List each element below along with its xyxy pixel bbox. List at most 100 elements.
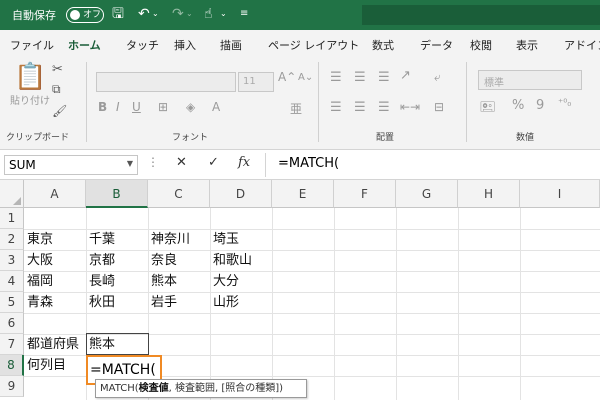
bold-icon[interactable]: B [98,100,107,114]
touch-mode-icon[interactable]: ☝ [204,5,213,23]
tab-touch[interactable]: タッチ [126,37,159,53]
comma-icon[interactable]: 9 [536,98,544,113]
cell-d4[interactable]: 大分 [210,271,239,292]
font-size-box[interactable]: 11 [238,72,274,92]
tab-formulas[interactable]: 数式 [372,37,394,53]
row-header[interactable]: 5 [0,292,24,313]
align-right-icon[interactable]: ☰ [378,100,390,115]
row-header[interactable]: 4 [0,271,24,292]
cell-c4[interactable]: 熊本 [148,271,177,292]
tab-page-layout[interactable]: ページ レイアウト [268,37,359,53]
underline-icon[interactable]: U [132,100,141,114]
phonetic-icon[interactable]: 亜 [290,100,302,117]
tooltip-current-argument[interactable]: 検査値 [139,383,169,394]
column-header[interactable]: I [520,180,600,208]
tab-review[interactable]: 校閲 [470,37,492,53]
fill-color-icon[interactable]: ◈ [186,100,195,114]
tab-home[interactable]: ホーム [68,37,101,53]
align-left-icon[interactable]: ☰ [330,100,342,115]
italic-icon[interactable]: I [116,100,120,114]
column-header[interactable]: A [24,180,86,208]
column-header[interactable]: B [86,180,148,208]
cell-a4[interactable]: 福岡 [24,271,53,292]
row-header[interactable]: 1 [0,208,24,229]
wrap-text-icon[interactable]: ⤶ [434,70,441,85]
tab-data[interactable]: データ [420,37,453,53]
cell-b3[interactable]: 京都 [86,250,115,271]
row-header[interactable]: 2 [0,229,24,250]
insert-function-icon[interactable]: fx [238,155,250,170]
format-painter-icon[interactable]: 🖌 [52,104,67,118]
column-header[interactable]: G [396,180,458,208]
undo-dropdown-icon[interactable]: ⌄ [152,5,159,23]
align-top-icon[interactable]: ☰ [330,70,342,85]
cell-a7[interactable]: 都道府県 [24,334,79,355]
copy-icon[interactable]: ⧉ [52,82,61,97]
cell-b4[interactable]: 長崎 [86,271,115,292]
orientation-icon[interactable]: ↗ [400,68,411,83]
row-header[interactable]: 3 [0,250,24,271]
align-bottom-icon[interactable]: ☰ [378,70,390,85]
redo-dropdown-icon[interactable]: ⌄ [186,5,193,23]
chevron-down-icon[interactable]: ▼ [127,159,133,168]
save-icon[interactable]: 🖫 [112,5,124,23]
tab-file[interactable]: ファイル [10,37,54,53]
border-icon[interactable]: ⊞ [158,100,168,114]
paste-label[interactable]: 貼り付け [10,92,50,107]
paste-icon[interactable]: 📋 [14,62,46,92]
cell-d5[interactable]: 山形 [210,292,239,313]
cut-icon[interactable]: ✂ [52,62,63,77]
cell-b5[interactable]: 秋田 [86,292,115,313]
cell-b7[interactable]: 熊本 [86,334,115,355]
name-box[interactable]: SUM ▼ [4,155,138,175]
currency-icon[interactable]: 🖭 [480,98,495,120]
row-header[interactable]: 7 [0,334,24,355]
tooltip-function-name[interactable]: MATCH( [100,383,139,394]
formula-input[interactable]: =MATCH( [265,153,600,177]
tab-addins[interactable]: アドイン [564,37,600,53]
touch-dropdown-icon[interactable]: ⌄ [220,5,227,23]
row-header[interactable]: 6 [0,313,24,334]
redo-icon[interactable]: ↷ [172,5,184,23]
column-header[interactable]: D [210,180,272,208]
cell-c2[interactable]: 神奈川 [148,229,190,250]
cell-a2[interactable]: 東京 [24,229,53,250]
row-header[interactable]: 8 [0,355,24,376]
grow-font-icon[interactable]: A⌃ [278,70,296,84]
cell-d3[interactable]: 和歌山 [210,250,252,271]
enter-icon[interactable]: ✓ [208,155,219,170]
font-color-icon[interactable]: A [212,100,220,114]
column-header[interactable]: H [458,180,520,208]
cancel-icon[interactable]: ✕ [176,155,187,170]
more-options-icon[interactable]: ⋮ [147,155,159,169]
shrink-font-icon[interactable]: A⌄ [298,72,313,83]
select-all-corner[interactable] [0,180,24,208]
decimal-icon[interactable]: ⁺⁰₀ [558,98,571,109]
column-header[interactable]: E [272,180,334,208]
cell-d2[interactable]: 埼玉 [210,229,239,250]
tab-view[interactable]: 表示 [516,37,538,53]
cell-a8[interactable]: 何列目 [24,355,66,376]
align-middle-icon[interactable]: ☰ [354,70,366,85]
percent-icon[interactable]: % [512,98,524,113]
search-box[interactable] [362,5,600,25]
number-format-box[interactable]: 標準 [478,70,582,90]
cell-c5[interactable]: 岩手 [148,292,177,313]
font-name-box[interactable] [96,72,236,92]
column-header[interactable]: C [148,180,210,208]
indent-icon[interactable]: ⇤⇥ [400,100,420,114]
autosave-toggle[interactable]: オフ [66,7,104,23]
cell-a3[interactable]: 大阪 [24,250,53,271]
function-argument-tooltip[interactable]: MATCH(検査値, 検査範囲, [照合の種類]) [95,379,307,398]
row-header[interactable]: 9 [0,376,24,397]
align-center-icon[interactable]: ☰ [354,100,366,115]
customize-qat-icon[interactable]: ≡ [240,5,248,23]
tab-insert[interactable]: 挿入 [174,37,196,53]
tab-draw[interactable]: 描画 [220,37,242,53]
undo-icon[interactable]: ↶ [138,5,150,23]
column-header[interactable]: F [334,180,396,208]
cell-a5[interactable]: 青森 [24,292,53,313]
merge-icon[interactable]: ⊟ [434,100,444,114]
cell-b2[interactable]: 千葉 [86,229,115,250]
cell-c3[interactable]: 奈良 [148,250,177,271]
